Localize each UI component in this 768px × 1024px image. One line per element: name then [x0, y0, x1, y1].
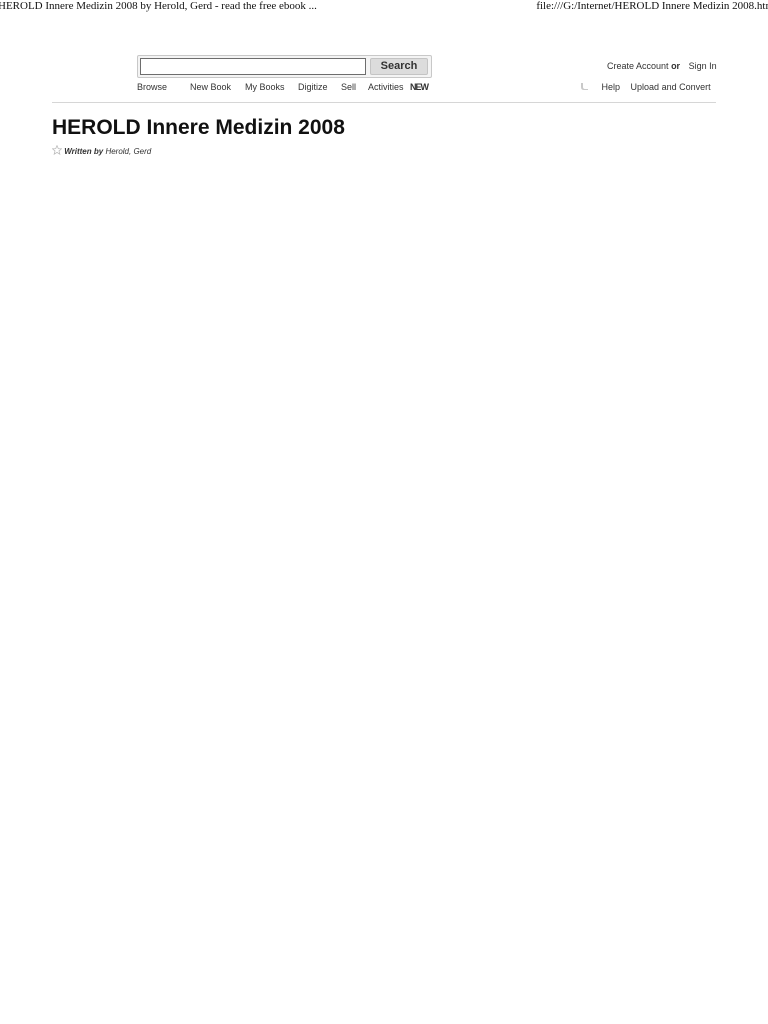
new-badge: NEW	[410, 82, 429, 92]
account-links: Create Account or Sign In	[607, 61, 717, 71]
search-button[interactable]: Search	[370, 58, 428, 75]
print-header-url: file:///G:/Internet/HEROLD Innere Medizi…	[536, 0, 768, 12]
upload-convert-link[interactable]: Upload and Convert	[631, 82, 711, 92]
page-title: HEROLD Innere Medizin 2008	[52, 116, 345, 139]
nav-new-book[interactable]: New Book	[190, 82, 231, 92]
nav-digitize[interactable]: Digitize	[298, 82, 328, 92]
help-link[interactable]: Help	[602, 82, 621, 92]
byline: Written by Herold, Gerd	[51, 144, 151, 156]
search-bar: Search	[137, 55, 432, 78]
nav-browse[interactable]: Browse	[137, 82, 167, 92]
header-divider	[52, 102, 716, 103]
print-header-title: HEROLD Innere Medizin 2008 by Herold, Ge…	[0, 0, 317, 12]
or-text: or	[671, 61, 681, 71]
print-header: HEROLD Innere Medizin 2008 by Herold, Ge…	[0, 0, 768, 14]
sign-in-link[interactable]: Sign In	[689, 61, 717, 71]
twitter-icon[interactable]	[580, 82, 589, 91]
star-icon[interactable]	[51, 144, 63, 156]
search-input[interactable]	[140, 58, 366, 75]
nav-sell[interactable]: Sell	[341, 82, 356, 92]
written-by-label: Written by	[64, 147, 104, 156]
help-links: Help Upload and Convert	[580, 82, 711, 92]
create-account-link[interactable]: Create Account	[607, 61, 669, 71]
author-link[interactable]: Herold, Gerd	[105, 147, 151, 156]
nav-my-books[interactable]: My Books	[245, 82, 285, 92]
nav-activities[interactable]: Activities	[368, 82, 404, 92]
